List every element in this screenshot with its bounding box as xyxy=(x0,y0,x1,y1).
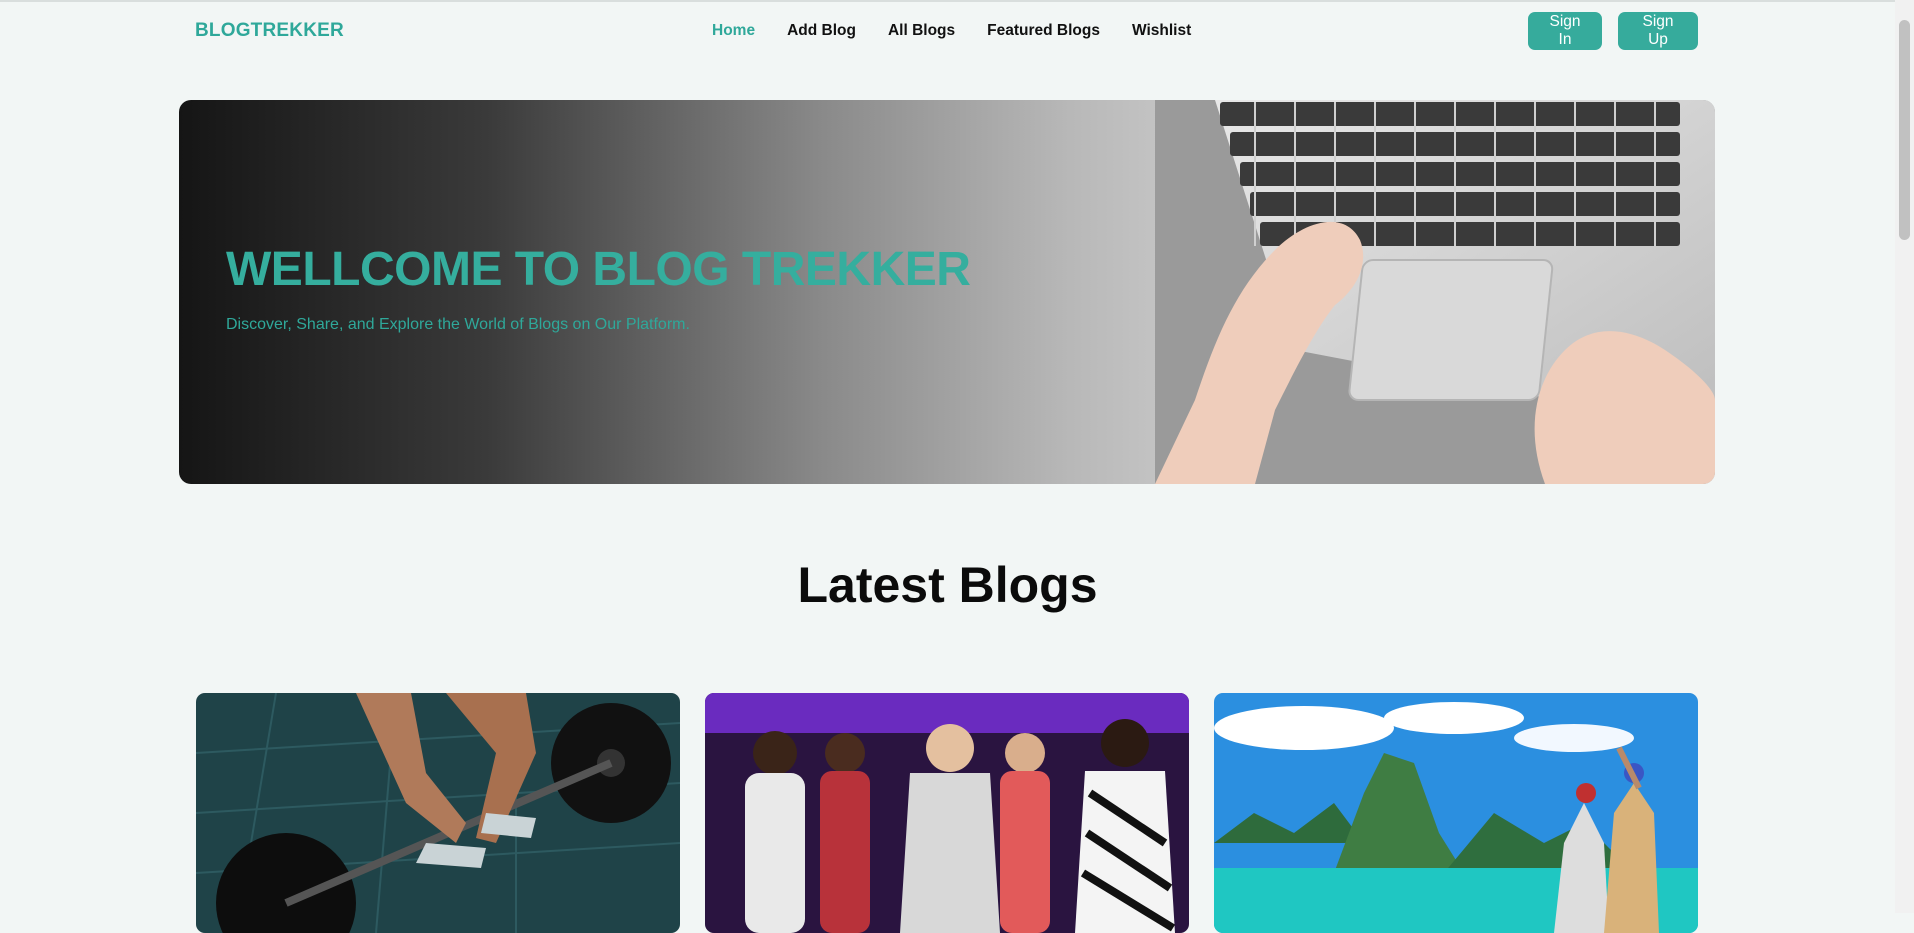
nav-link-featured-blogs[interactable]: Featured Blogs xyxy=(987,22,1100,40)
nav-link-wishlist[interactable]: Wishlist xyxy=(1132,22,1191,40)
nav-link-add-blog[interactable]: Add Blog xyxy=(787,22,856,40)
hero-banner: WELLCOME TO BLOG TREKKER Discover, Share… xyxy=(179,100,1715,484)
navbar: BLOGTREKKER Home Add Blog All Blogs Feat… xyxy=(0,2,1895,60)
blog-card-fashion[interactable] xyxy=(705,693,1189,933)
hero-title: WELLCOME TO BLOG TREKKER xyxy=(226,243,971,296)
runway-image xyxy=(705,693,1189,933)
sign-in-button[interactable]: Sign In xyxy=(1528,12,1602,50)
scrollbar-thumb[interactable] xyxy=(1899,20,1910,240)
hero-laptop-image xyxy=(1155,100,1715,484)
latest-blogs-heading: Latest Blogs xyxy=(797,557,1098,613)
island-travel-image xyxy=(1214,693,1698,933)
page-scrollbar[interactable] xyxy=(1895,0,1914,913)
nav-link-home[interactable]: Home xyxy=(712,22,755,40)
weightlifting-image xyxy=(196,693,680,933)
blog-card-fitness[interactable] xyxy=(196,693,680,933)
hero-subtitle: Discover, Share, and Explore the World o… xyxy=(226,316,690,333)
sign-up-button[interactable]: Sign Up xyxy=(1618,12,1698,50)
main-nav: Home Add Blog All Blogs Featured Blogs W… xyxy=(712,22,1191,40)
nav-link-all-blogs[interactable]: All Blogs xyxy=(888,22,955,40)
brand-logo[interactable]: BLOGTREKKER xyxy=(195,20,344,42)
blog-card-travel[interactable] xyxy=(1214,693,1698,933)
